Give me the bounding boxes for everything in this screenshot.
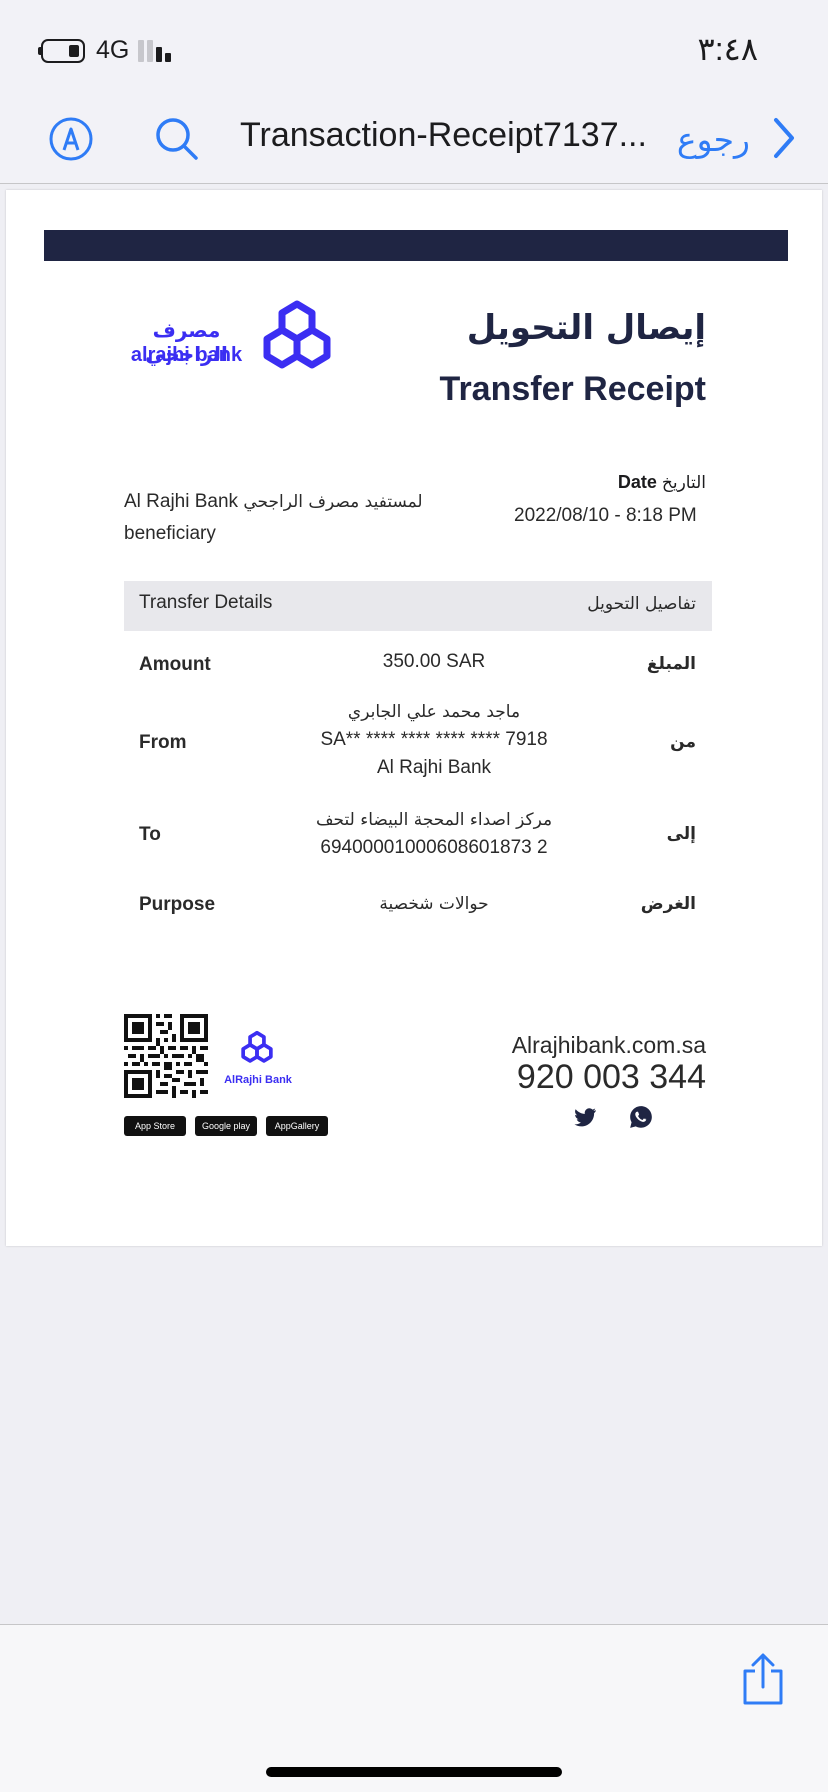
app-store-badge[interactable]: App Store: [124, 1116, 186, 1136]
share-icon[interactable]: [740, 1653, 786, 1707]
amount-value: 350.00 SAR: [382, 651, 486, 672]
twitter-icon[interactable]: [572, 1104, 598, 1130]
receipt-title-english: Transfer Receipt: [439, 370, 706, 408]
app-gallery-badge[interactable]: AppGallery: [266, 1116, 328, 1136]
receipt-title-arabic: إيصال التحويل: [466, 308, 706, 348]
whatsapp-icon[interactable]: [628, 1104, 654, 1130]
to-value: مركز اصداء المحجة البيضاء لتحف 694000010…: [315, 810, 553, 858]
receipt-document[interactable]: مصرف الراجحي alrajhi bank إيصال التحويل …: [6, 190, 822, 1246]
beneficiary-info: Al Rajhi Bank لمستفيد مصرف الراجحي benef…: [124, 486, 444, 549]
network-type: 4G: [96, 36, 130, 64]
alrajhi-logo-icon: [263, 300, 331, 369]
from-row: From ماجد محمد علي الجابري SA** **** ***…: [124, 698, 712, 784]
small-logo-text: AlRajhi Bank: [224, 1074, 292, 1086]
amount-row: Amount 350.00 SAR المبلغ: [124, 648, 712, 688]
home-indicator: [266, 1767, 562, 1777]
alrajhi-small-logo-icon: [241, 1030, 273, 1063]
beneficiary-bank: Al Rajhi Bank: [124, 491, 239, 512]
date-label: Date التاريخ: [617, 472, 706, 493]
bank-website[interactable]: Alrajhibank.com.sa: [512, 1032, 706, 1059]
beneficiary-arabic: لمستفيد مصرف الراجحي: [243, 492, 423, 512]
bank-logo-english: alrajhi bank: [130, 344, 243, 366]
google-play-badge[interactable]: Google play: [195, 1116, 257, 1136]
header-band: [44, 230, 788, 261]
signal-icon: [138, 38, 178, 62]
document-title: Transaction-Receipt7137...: [240, 116, 647, 154]
markup-icon[interactable]: [48, 116, 94, 162]
chevron-right-icon[interactable]: [768, 116, 798, 160]
search-icon[interactable]: [154, 116, 200, 162]
status-time: ٣:٤٨: [697, 31, 758, 67]
transfer-details-header: Transfer Details تفاصيل التحويل: [124, 581, 712, 631]
from-value: ماجد محمد علي الجابري SA** **** **** ***…: [320, 702, 548, 778]
date-value: 2022/08/10 - 8:18 PM: [514, 505, 697, 526]
bank-phone[interactable]: 920 003 344: [517, 1058, 706, 1097]
bottom-toolbar: [0, 1624, 828, 1792]
nav-bar: Transaction-Receipt7137... رجوع: [0, 92, 828, 184]
status-bar: 4G ٣:٤٨: [0, 0, 828, 92]
battery-icon: [38, 39, 88, 63]
purpose-value: حوالات شخصية: [379, 894, 489, 914]
to-row: To مركز اصداء المحجة البيضاء لتحف 694000…: [124, 806, 712, 870]
back-button[interactable]: رجوع: [677, 120, 750, 159]
purpose-row: Purpose حوالات شخصية الغرض: [124, 888, 712, 928]
qr-code: [124, 1014, 208, 1098]
beneficiary-label: beneficiary: [124, 523, 216, 544]
